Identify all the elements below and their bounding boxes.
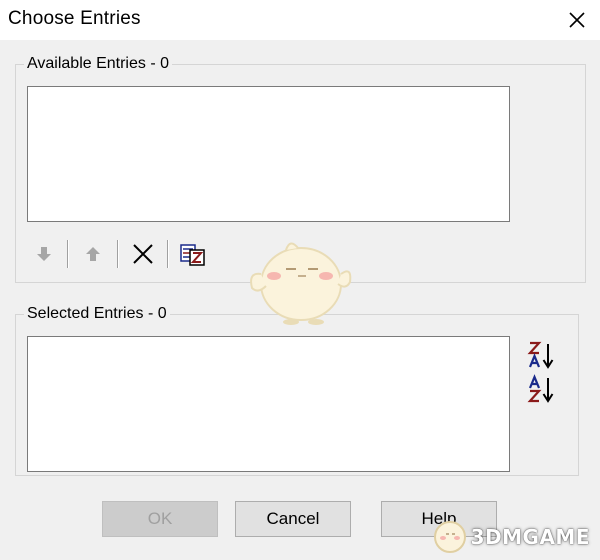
close-icon [569, 12, 585, 28]
toolbar-separator [167, 240, 168, 268]
remove-entry-button[interactable] [130, 241, 156, 267]
delete-x-icon [133, 244, 153, 264]
sort-entries-button[interactable] [180, 241, 206, 267]
watermark-logo: 3DMGAME [433, 520, 590, 554]
ok-button[interactable]: OK [102, 501, 218, 537]
sort-a-z-icon [527, 374, 554, 403]
move-up-button[interactable] [80, 241, 106, 267]
toolbar-separator [67, 240, 68, 268]
selected-entries-label: Selected Entries - 0 [24, 305, 170, 323]
selected-entries-list[interactable] [27, 336, 510, 472]
available-entries-list[interactable] [27, 86, 510, 222]
watermark-text: 3DMGAME [470, 525, 590, 549]
arrow-up-icon [86, 247, 100, 261]
available-entries-label: Available Entries - 0 [24, 55, 172, 73]
window-title: Choose Entries [8, 8, 141, 29]
sort-z-a-icon [527, 341, 554, 369]
sort-entries-icon [180, 244, 205, 266]
sort-descending-button[interactable] [527, 340, 555, 370]
title-bar: Choose Entries [0, 0, 600, 40]
toolbar-separator [117, 240, 118, 268]
move-down-button[interactable] [31, 241, 57, 267]
arrow-down-icon [37, 247, 51, 261]
close-button[interactable] [554, 0, 600, 40]
mascot-watermark-image [246, 236, 356, 331]
cancel-button[interactable]: Cancel [235, 501, 351, 537]
sort-ascending-button[interactable] [527, 374, 555, 404]
chick-logo-icon [433, 521, 466, 553]
